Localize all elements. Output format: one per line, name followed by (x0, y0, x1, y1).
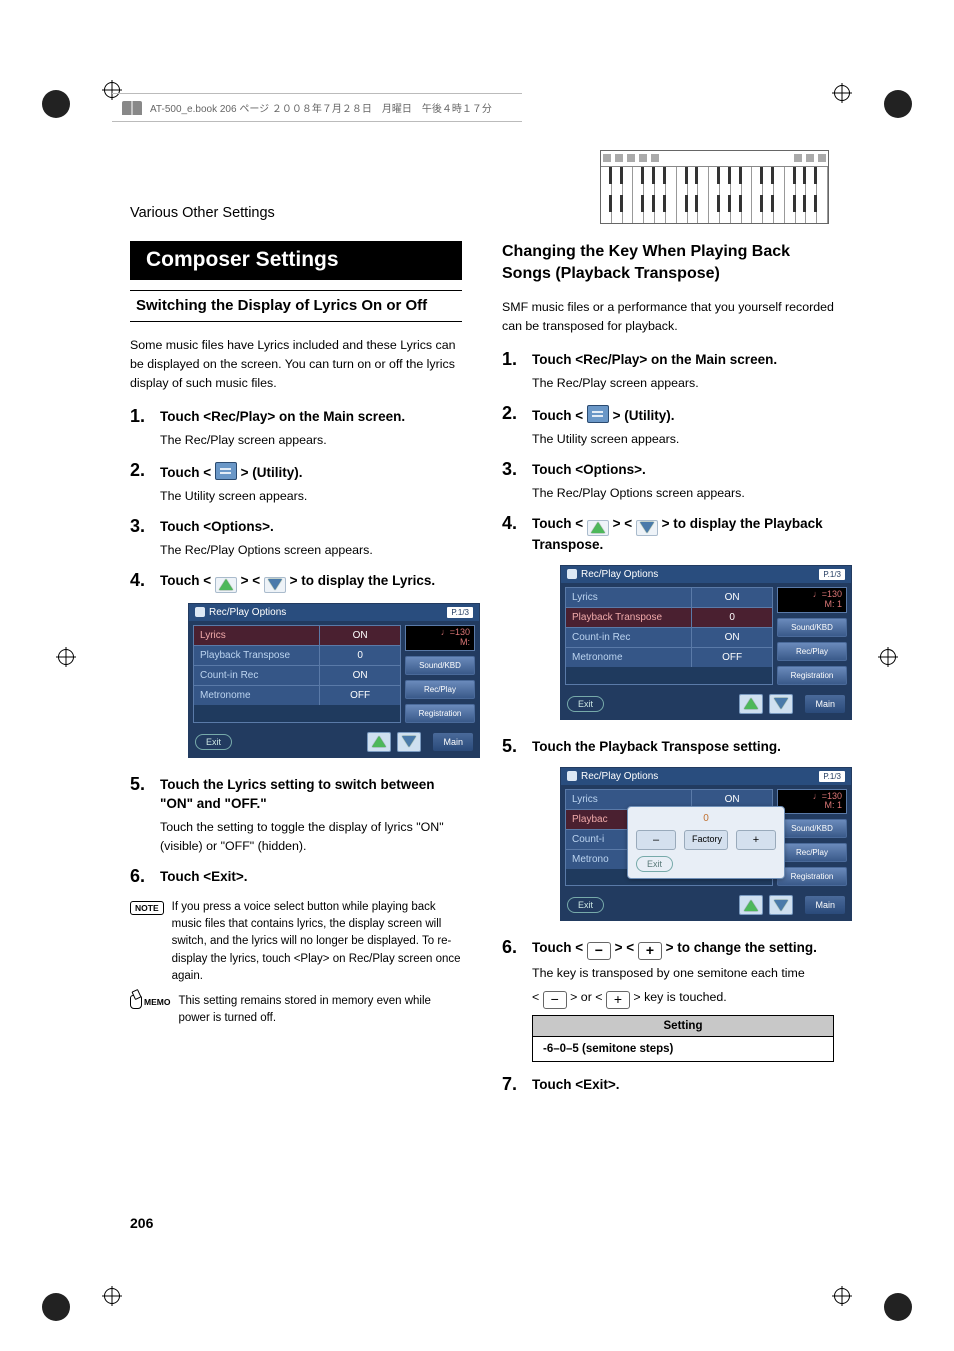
utility-icon (215, 462, 237, 480)
minus-icon: − (587, 942, 611, 960)
step-title: Touch the Playback Transpose setting. (532, 738, 834, 757)
step-title: Touch < > (Utility). (160, 462, 462, 483)
memo-text: This setting remains stored in memory ev… (178, 993, 462, 1028)
playback-transpose-heading: Changing the Key When Playing Back Songs… (502, 241, 834, 284)
book-page-header: AT-500_e.book 206 ページ ２００８年７月２８日 月曜日 午後４… (112, 93, 522, 122)
window-icon (567, 771, 577, 781)
step-title: Touch <Options>. (532, 461, 834, 480)
step-sub: The Utility screen appears. (160, 487, 462, 506)
step-title: Touch <Exit>. (160, 868, 462, 887)
step-sub: Touch the setting to toggle the display … (160, 818, 462, 856)
composer-settings-heading: Composer Settings (130, 241, 462, 280)
step-title: Touch < > < > to display the Lyrics. (160, 572, 462, 593)
up-arrow-icon (372, 736, 386, 747)
down-arrow-icon (268, 579, 282, 590)
transpose-intro-text: SMF music files or a performance that yo… (502, 298, 834, 336)
rec-play-options-screenshot: Rec/Play Options P.1/3 LyricsON Playback… (560, 565, 852, 720)
rec-play-options-with-popup-screenshot: Rec/Play Options P.1/3 LyricsON Playbac … (560, 767, 852, 922)
step-sub: The Utility screen appears. (532, 430, 834, 449)
step-sub: < − > or < + > key is touched. (532, 988, 834, 1009)
minus-icon: − (543, 991, 567, 1009)
setting-table: Setting -6–0–5 (semitone steps) (532, 1015, 834, 1062)
crop-dot-icon (884, 1293, 912, 1321)
keyboard-illustration (600, 150, 829, 224)
lyrics-switch-heading: Switching the Display of Lyrics On or Of… (130, 290, 462, 322)
note-text: If you press a voice select button while… (172, 899, 462, 985)
note-badge: NOTE (130, 901, 164, 915)
up-arrow-icon (591, 522, 605, 533)
down-arrow-icon (402, 736, 416, 747)
transpose-popup: 0 – Factory + Exit (627, 806, 785, 879)
step-title: Touch <Rec/Play> on the Main screen. (160, 408, 462, 427)
plus-icon: + (606, 991, 630, 1009)
memo-badge: MEMO (130, 995, 170, 1009)
step-title: Touch <Options>. (160, 518, 462, 537)
popup-exit-button: Exit (636, 856, 673, 872)
step-sub: The Rec/Play screen appears. (160, 431, 462, 450)
registration-mark-icon (832, 1286, 852, 1306)
step-title: Touch < − > < + > to change the setting. (532, 939, 834, 960)
up-arrow-icon (744, 698, 758, 709)
book-header-text: AT-500_e.book 206 ページ ２００８年７月２８日 月曜日 午後４… (150, 100, 492, 115)
window-icon (195, 607, 205, 617)
page-number: 206 (130, 1215, 153, 1231)
lyrics-intro-text: Some music files have Lyrics included an… (130, 336, 462, 394)
step-title: Touch the Lyrics setting to switch betwe… (160, 776, 462, 814)
step-title: Touch <Exit>. (532, 1076, 834, 1095)
step-title: Touch < > (Utility). (532, 405, 834, 426)
down-arrow-icon (640, 522, 654, 533)
minus-button: – (636, 830, 676, 850)
book-icon (122, 101, 142, 115)
registration-mark-icon (102, 1286, 122, 1306)
up-arrow-icon (744, 900, 758, 911)
plus-icon: + (638, 942, 662, 960)
plus-button: + (736, 830, 776, 850)
step-sub: The Rec/Play Options screen appears. (160, 541, 462, 560)
up-arrow-icon (219, 579, 233, 590)
window-icon (567, 569, 577, 579)
step-title: Touch < > < > to display the Playback Tr… (532, 515, 834, 555)
step-sub: The Rec/Play screen appears. (532, 374, 834, 393)
step-sub: The Rec/Play Options screen appears. (532, 484, 834, 503)
step-sub: The key is transposed by one semitone ea… (532, 964, 834, 983)
factory-button: Factory (684, 830, 728, 850)
rec-play-options-screenshot: Rec/Play Options P.1/3 LyricsON Playback… (188, 603, 480, 758)
down-arrow-icon (774, 698, 788, 709)
pencil-icon (130, 995, 142, 1009)
down-arrow-icon (774, 900, 788, 911)
step-title: Touch <Rec/Play> on the Main screen. (532, 351, 834, 370)
crop-dot-icon (42, 1293, 70, 1321)
utility-icon (587, 405, 609, 423)
